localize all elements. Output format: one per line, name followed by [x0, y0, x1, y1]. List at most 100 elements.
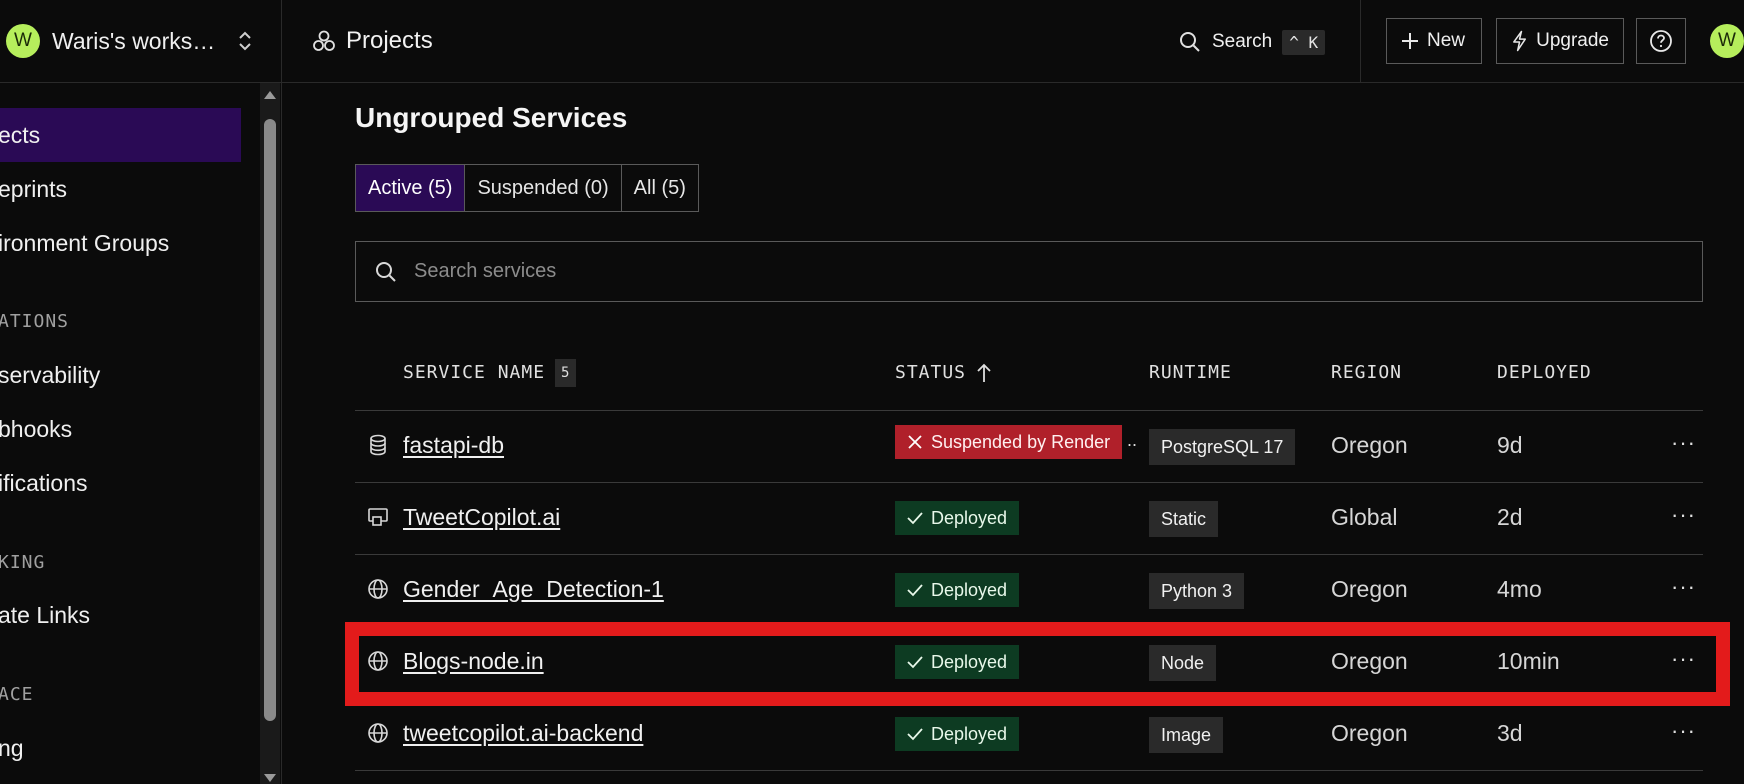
- sidebar-section-integrations: ATIONS: [0, 311, 70, 332]
- plus-icon: [1402, 33, 1418, 49]
- service-search-input[interactable]: [412, 259, 1702, 284]
- status-badge: Deployed: [895, 717, 1020, 751]
- sidebar-item-label: bhooks: [0, 416, 73, 442]
- upgrade-button[interactable]: Upgrade: [1496, 18, 1624, 64]
- status-badge: Deployed: [895, 645, 1020, 679]
- column-label: REGION: [1331, 362, 1403, 383]
- static-site-icon: [368, 508, 388, 526]
- column-header-status[interactable]: STATUS: [895, 361, 992, 385]
- status-text: Deployed: [931, 579, 1008, 600]
- scroll-up-arrow-icon[interactable]: [264, 91, 276, 99]
- more-options-icon[interactable]: ···: [1671, 718, 1696, 744]
- region-text: Global: [1331, 504, 1398, 530]
- service-name-link[interactable]: Gender_Age_Detection-1: [403, 576, 664, 603]
- more-options-icon[interactable]: ···: [1671, 502, 1696, 528]
- checkmark-icon: [907, 728, 923, 741]
- service-name-link[interactable]: fastapi-db: [403, 432, 504, 459]
- status-overflow-ellipsis: ..: [1127, 430, 1138, 450]
- globe-icon: [368, 723, 388, 743]
- search-label: Search: [1212, 31, 1273, 52]
- global-search-button[interactable]: Search ^ K: [1178, 26, 1326, 58]
- table-row[interactable]: Gender_Age_Detection-1 Deployed Python 3…: [355, 554, 1703, 626]
- region-text: Oregon: [1331, 576, 1408, 602]
- sidebar-section-workspace: ACE: [0, 684, 34, 705]
- column-header-deployed[interactable]: DEPLOYED: [1497, 361, 1592, 385]
- service-name-link[interactable]: TweetCopilot.ai: [403, 504, 560, 531]
- status-text: Deployed: [931, 507, 1008, 528]
- runtime-badge: Image: [1149, 717, 1224, 753]
- search-icon: [376, 261, 396, 282]
- deployed-time: 10min: [1497, 648, 1560, 674]
- status-badge: Deployed: [895, 573, 1020, 607]
- x-icon: [908, 435, 922, 449]
- globe-icon: [368, 651, 388, 671]
- help-button[interactable]: [1636, 18, 1686, 64]
- user-avatar[interactable]: W: [1710, 24, 1744, 58]
- more-options-icon[interactable]: ···: [1671, 646, 1696, 672]
- more-options-icon[interactable]: ···: [1671, 430, 1696, 456]
- runtime-badge: Python 3: [1149, 573, 1245, 609]
- scrollbar-thumb[interactable]: [264, 119, 276, 721]
- tab-suspended[interactable]: Suspended (0): [465, 165, 622, 211]
- upgrade-label: Upgrade: [1536, 30, 1609, 51]
- header-divider: [1360, 0, 1361, 83]
- search-shortcut: ^ K: [1282, 29, 1326, 55]
- checkmark-icon: [907, 512, 923, 525]
- top-header: W Waris's works… Projects Search ^ K New: [0, 0, 1744, 83]
- breadcrumb[interactable]: Projects: [312, 24, 433, 58]
- search-icon: [1180, 32, 1200, 52]
- more-options-icon[interactable]: ···: [1671, 574, 1696, 600]
- status-tabs: Active (5) Suspended (0) All (5): [355, 164, 699, 212]
- new-button[interactable]: New: [1386, 18, 1482, 64]
- column-label: RUNTIME: [1149, 362, 1232, 383]
- table-row[interactable]: Blogs-node.in Deployed Node Oregon 10min…: [355, 626, 1703, 698]
- table-row[interactable]: TweetCopilot.ai Deployed Static Global 2…: [355, 482, 1703, 554]
- sidebar-item-label: ifications: [0, 470, 88, 496]
- service-name-link[interactable]: Blogs-node.in: [403, 648, 544, 675]
- tab-active[interactable]: Active (5): [356, 165, 466, 211]
- runtime-badge: Node: [1149, 645, 1217, 681]
- table-row[interactable]: fastapi-db Suspended by Render .. Postgr…: [355, 410, 1703, 482]
- sidebar-section-networking: KING: [0, 552, 46, 573]
- workspace-switcher[interactable]: W Waris's works…: [0, 0, 282, 83]
- status-badge: Deployed: [895, 501, 1020, 535]
- tab-all[interactable]: All (5): [622, 165, 698, 211]
- service-search-box[interactable]: [355, 241, 1703, 302]
- service-name-link[interactable]: tweetcopilot.ai-backend: [403, 720, 643, 747]
- column-header-service-name[interactable]: SERVICE NAME 5: [403, 359, 577, 387]
- checkmark-icon: [907, 656, 923, 669]
- chevron-up-down-icon: [239, 31, 251, 51]
- row-divider: [355, 770, 1703, 771]
- deployed-time: 4mo: [1497, 576, 1542, 602]
- sidebar-item-projects[interactable]: ects: [0, 108, 241, 162]
- status-text: Suspended by Render: [931, 431, 1111, 452]
- lightning-icon: [1513, 30, 1527, 52]
- projects-icon: [313, 30, 335, 51]
- column-label: STATUS: [895, 362, 967, 383]
- column-label: SERVICE NAME: [403, 362, 546, 383]
- column-header-runtime[interactable]: RUNTIME: [1149, 361, 1232, 385]
- sidebar-scrollbar[interactable]: [260, 83, 280, 784]
- sidebar-item-label: ironment Groups: [0, 230, 170, 256]
- table-row[interactable]: tweetcopilot.ai-backend Deployed Image O…: [355, 698, 1703, 770]
- sidebar-item-label: servability: [0, 362, 101, 388]
- sort-ascending-arrow-icon: [977, 363, 991, 382]
- help-icon: [1650, 30, 1672, 52]
- scroll-down-arrow-icon[interactable]: [264, 774, 276, 782]
- runtime-badge: Static: [1149, 501, 1219, 537]
- sidebar-item-label: ate Links: [0, 602, 91, 628]
- sidebar: ects eprints ironment Groups ATIONS serv…: [0, 83, 282, 784]
- workspace-avatar: W: [6, 24, 40, 58]
- checkmark-icon: [907, 584, 923, 597]
- region-text: Oregon: [1331, 648, 1408, 674]
- column-header-region[interactable]: REGION: [1331, 361, 1402, 385]
- deployed-time: 3d: [1497, 720, 1523, 746]
- sidebar-item-label: ects: [0, 122, 41, 148]
- deployed-time: 2d: [1497, 504, 1523, 530]
- database-icon: [370, 434, 386, 456]
- new-label: New: [1427, 30, 1466, 51]
- sidebar-item-label: ng: [0, 735, 24, 761]
- sidebar-item-label: eprints: [0, 176, 68, 202]
- service-count-badge: 5: [555, 359, 577, 387]
- status-badge: Suspended by Render: [895, 425, 1123, 459]
